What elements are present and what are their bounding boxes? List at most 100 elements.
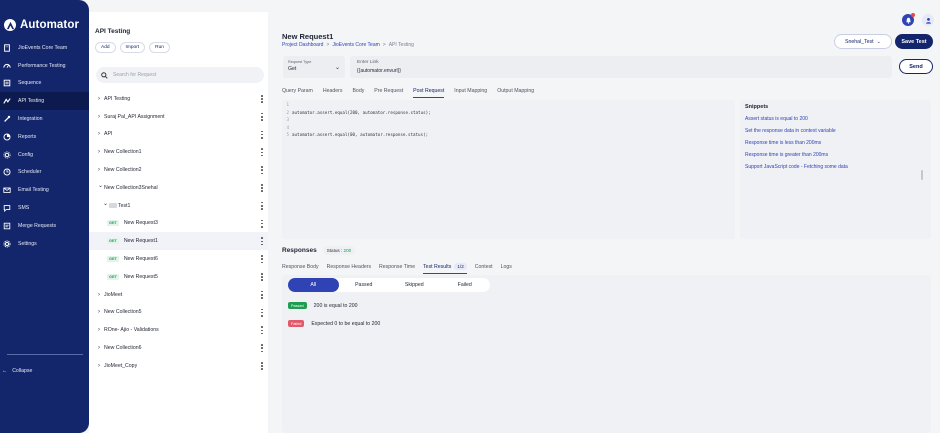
tree-item-label: API xyxy=(104,131,113,138)
tab-output-mapping[interactable]: Output Mapping xyxy=(497,87,534,98)
collection-item[interactable]: › New Collection2 xyxy=(89,161,268,179)
filter-skipped[interactable]: Skipped xyxy=(389,278,440,292)
collection-tree: › API Testing › Suraj Pal_API Assignment › AP… xyxy=(89,90,268,375)
tab-post-request[interactable]: Post Request xyxy=(413,87,445,98)
sidebar-item-jioevents-core-team[interactable]: JioEvents Core Team xyxy=(0,39,89,57)
response-tab-label: Response Time xyxy=(379,264,416,270)
more-options-icon[interactable] xyxy=(261,95,263,103)
more-options-icon[interactable] xyxy=(261,201,263,210)
tab-input-mapping[interactable]: Input Mapping xyxy=(454,87,487,98)
tree-item-label: New Collection1 xyxy=(104,149,142,156)
snippet-link[interactable]: Support JavaScript code - Fetching some … xyxy=(745,164,926,176)
request-item[interactable]: GET New Request6 xyxy=(89,250,268,268)
method-badge: GET xyxy=(107,238,119,245)
search-input[interactable] xyxy=(113,72,253,78)
more-options-icon[interactable] xyxy=(261,290,263,299)
notification-button[interactable] xyxy=(902,13,915,26)
more-options-icon[interactable] xyxy=(261,183,263,192)
snippet-link[interactable]: Response time is less than 200ms xyxy=(745,140,926,152)
response-tab-context[interactable]: Context xyxy=(475,262,493,274)
environment-select[interactable]: Snehal_Test ⌄ xyxy=(834,34,892,49)
collection-item[interactable]: › New Collection5 xyxy=(89,304,268,322)
tab-headers[interactable]: Headers xyxy=(323,87,343,98)
collection-item[interactable]: › JioMeet_Copy xyxy=(89,357,268,375)
link-label: Enter Link xyxy=(357,60,379,65)
user-avatar[interactable] xyxy=(922,14,934,26)
response-tab-response-headers[interactable]: Response Headers xyxy=(327,262,371,274)
collection-item[interactable]: › API Testing xyxy=(89,90,268,108)
sidebar-item-merge-requests[interactable]: Merge Requests xyxy=(0,217,89,235)
collection-item[interactable]: › API xyxy=(89,126,268,144)
request-type-label: Request Type xyxy=(288,60,312,64)
collection-item[interactable]: › New Collection1 xyxy=(89,143,268,161)
filter-all[interactable]: All xyxy=(288,278,339,292)
more-options-icon[interactable] xyxy=(261,361,263,370)
tab-query-param[interactable]: Query Param xyxy=(282,87,313,98)
request-item[interactable]: GET New Request1 xyxy=(89,232,268,251)
sidebar-item-reports[interactable]: Reports xyxy=(0,128,89,146)
collapse-button[interactable]: ← Collapse xyxy=(2,368,32,374)
more-options-icon[interactable] xyxy=(261,344,263,353)
request-tabs: Query Param Headers Body Pre Request Post Re… xyxy=(282,87,544,98)
sidebar-item-config[interactable]: Config xyxy=(0,146,89,164)
sidebar-item-scheduler[interactable]: Scheduler xyxy=(0,164,89,182)
response-tab-logs[interactable]: Logs xyxy=(501,262,512,274)
collection-item[interactable]: › JioMeet xyxy=(89,286,268,304)
folder-item[interactable]: ⌄ Test1 xyxy=(89,197,268,215)
breadcrumb-separator: > xyxy=(382,42,386,48)
tree-item-label: New Request6 xyxy=(123,256,158,263)
snippets-scrollbar[interactable] xyxy=(921,170,923,180)
more-options-icon[interactable] xyxy=(261,237,263,246)
filter-failed[interactable]: Failed xyxy=(440,278,491,292)
request-item[interactable]: GET New Request3 xyxy=(89,215,268,233)
more-options-icon[interactable] xyxy=(261,219,263,228)
response-tabs: Response Body Response Headers Response Ti… xyxy=(282,262,520,274)
more-options-icon[interactable] xyxy=(261,166,263,175)
response-tab-test-results[interactable]: Test Results 1/2 xyxy=(423,262,467,274)
brand[interactable]: Automator xyxy=(4,19,79,31)
sidebar-item-api-testing[interactable]: API Testing xyxy=(0,92,89,111)
more-options-icon[interactable] xyxy=(261,130,263,139)
collection-item[interactable]: › Suraj Pal_API Assignment xyxy=(89,108,268,126)
script-editor[interactable]: 1 2 automator.assert.equal(200, automator.… xyxy=(282,100,735,239)
link-input[interactable] xyxy=(357,68,877,74)
request-type-select[interactable]: Request Type Get ⌄ xyxy=(283,56,345,78)
snippet-link[interactable]: Response time is greater than 200ms xyxy=(745,152,926,164)
filter-passed[interactable]: Passed xyxy=(339,278,390,292)
sidebar-item-sequence[interactable]: Sequence xyxy=(0,75,89,93)
import-button[interactable]: Import xyxy=(119,42,146,53)
line-number: 2 xyxy=(286,109,289,115)
save-test-button[interactable]: Save Test xyxy=(895,34,933,49)
breadcrumb-team[interactable]: JioEvents Core Team xyxy=(332,42,379,48)
failed-badge: Failed xyxy=(288,320,305,327)
tab-pre-request[interactable]: Pre Request xyxy=(374,87,403,98)
snippet-link[interactable]: Assert status is equal to 200 xyxy=(745,116,926,128)
send-button[interactable]: Send xyxy=(899,59,933,74)
sidebar-item-label: SMS xyxy=(18,205,30,212)
add-button[interactable]: Add xyxy=(95,42,116,53)
run-button[interactable]: Run xyxy=(149,42,170,53)
snippet-link[interactable]: Set the response data in context variabl… xyxy=(745,128,926,140)
breadcrumb-project-dashboard[interactable]: Project Dashboard xyxy=(282,42,323,48)
more-options-icon[interactable] xyxy=(261,308,263,317)
response-tab-response-body[interactable]: Response Body xyxy=(282,262,319,274)
collection-item[interactable]: ⌄ New Collection3Snehal xyxy=(89,179,268,197)
sidebar-item-email-testing[interactable]: Email Testing xyxy=(0,181,89,199)
sidebar-item-settings[interactable]: Settings xyxy=(0,235,89,253)
sidebar-item-performance-testing[interactable]: Performance Testing xyxy=(0,57,89,75)
more-options-icon[interactable] xyxy=(261,255,263,264)
collection-item[interactable]: › ROne- Ajio - Validations xyxy=(89,321,268,339)
more-options-icon[interactable] xyxy=(261,112,263,121)
line-number: 5 xyxy=(286,132,289,138)
request-item[interactable]: GET New Request5 xyxy=(89,268,268,286)
collection-item[interactable]: › New Collection6 xyxy=(89,339,268,357)
tab-body[interactable]: Body xyxy=(352,87,364,98)
more-options-icon[interactable] xyxy=(261,326,263,335)
tree-item-label: New Request5 xyxy=(123,273,158,280)
sidebar-item-integration[interactable]: Integration xyxy=(0,110,89,128)
more-options-icon[interactable] xyxy=(261,272,263,281)
more-options-icon[interactable] xyxy=(261,148,263,157)
response-tab-label: Response Headers xyxy=(326,264,372,270)
response-tab-response-time[interactable]: Response Time xyxy=(379,262,415,274)
sidebar-item-sms[interactable]: SMS xyxy=(0,199,89,217)
